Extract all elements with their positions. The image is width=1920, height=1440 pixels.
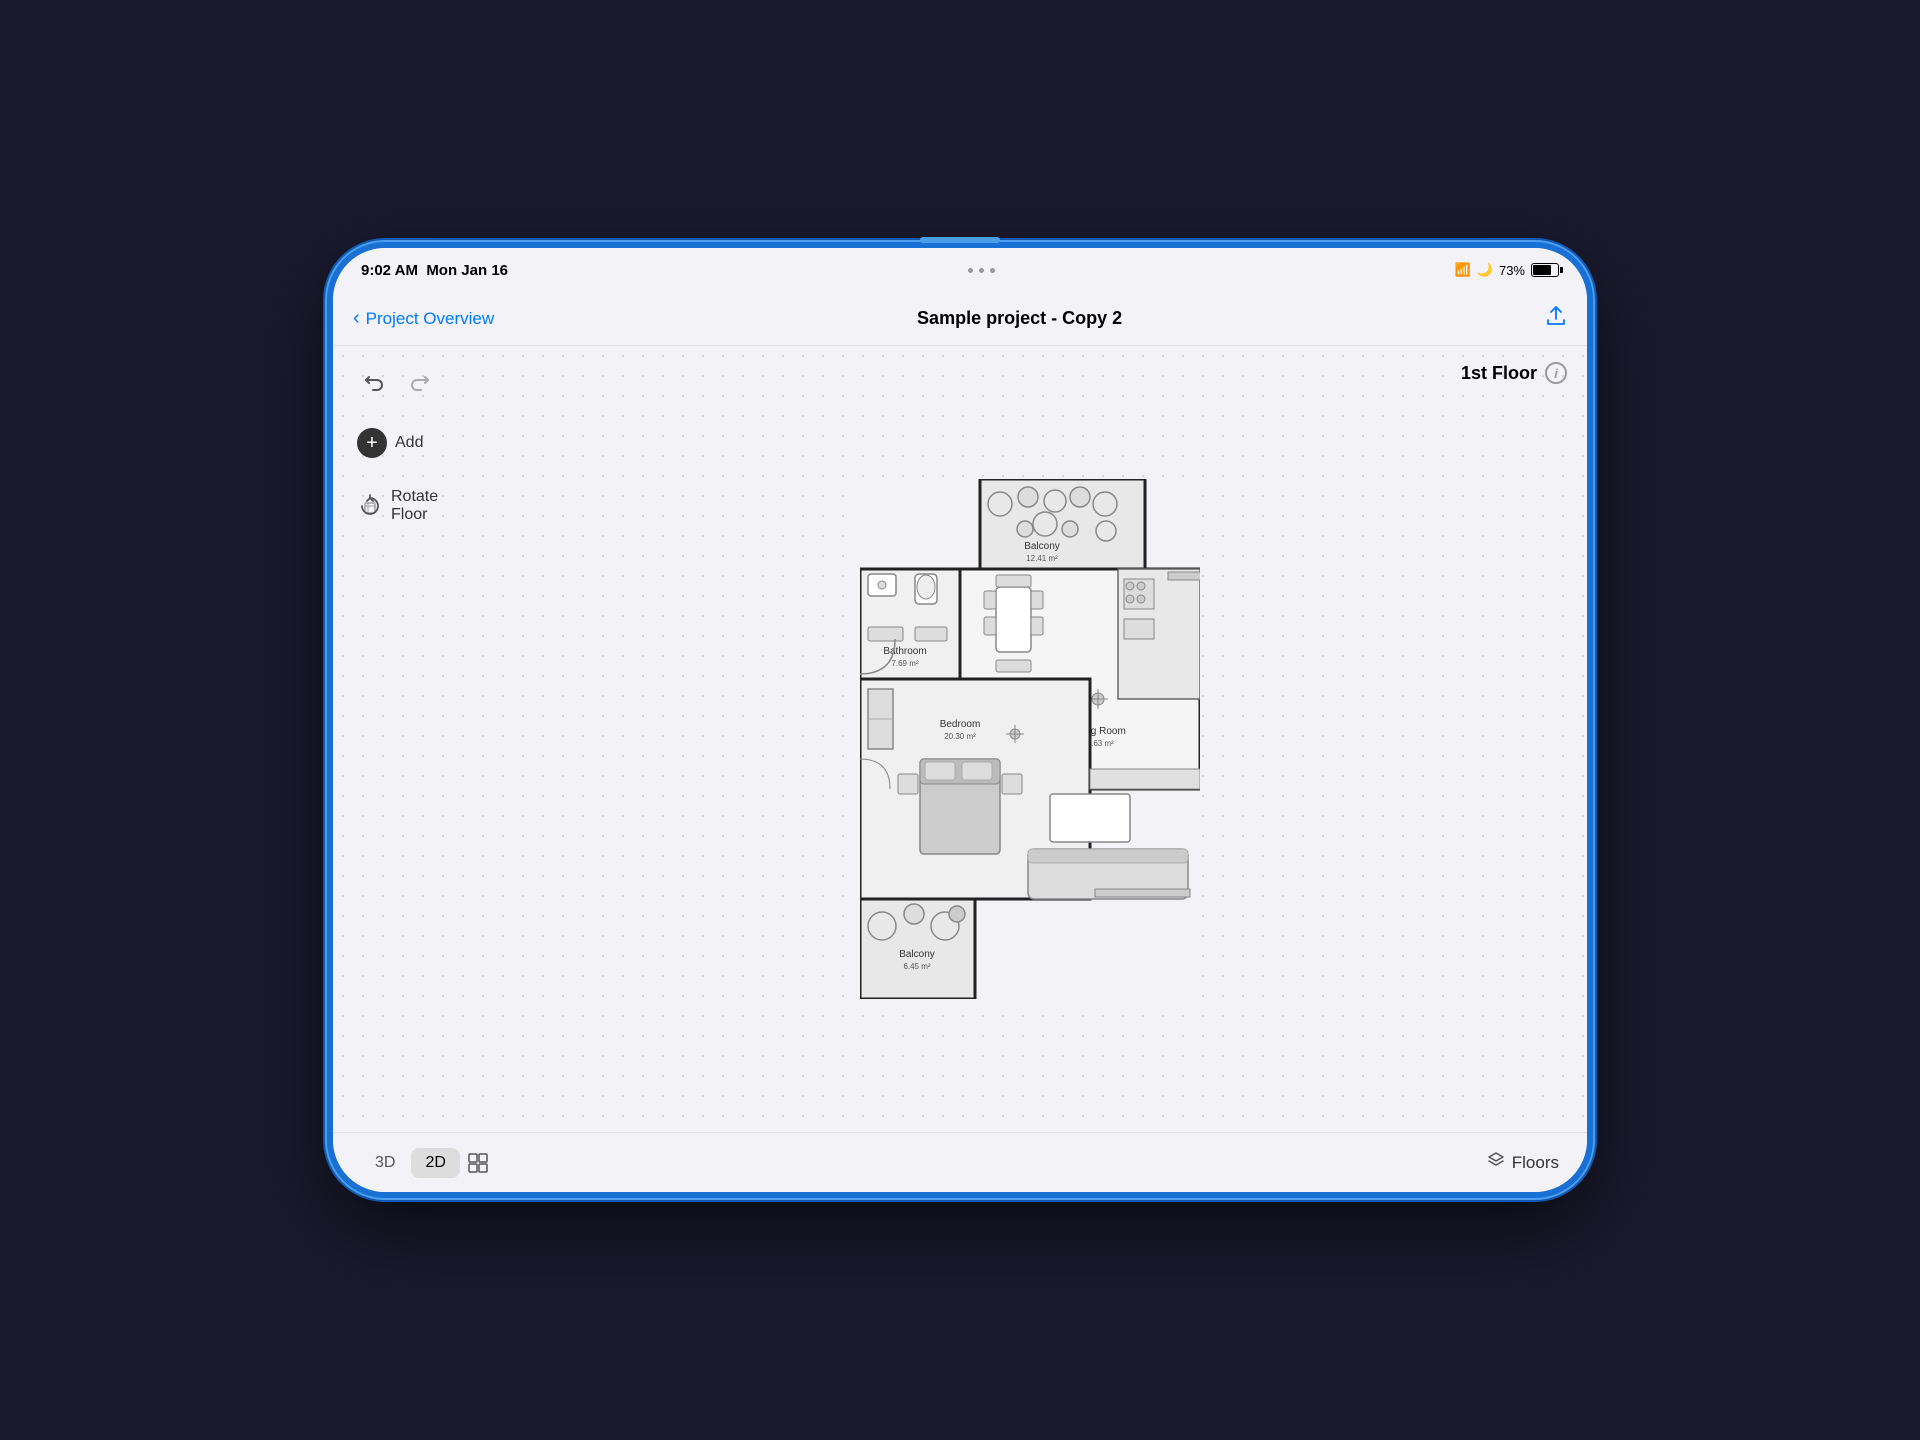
status-dots [968,268,995,273]
nav-bar: ‹ Project Overview Sample project - Copy… [333,292,1587,346]
bottom-bar: 3D 2D Floors [333,1132,1587,1192]
main-content: + Add Rotate Floor [333,346,1587,1132]
floors-button[interactable]: Floors [1486,1150,1559,1175]
add-circle-icon: + [357,428,387,458]
svg-text:Balcony: Balcony [899,949,935,960]
view-3d-button[interactable]: 3D [361,1148,409,1178]
dot2 [979,268,984,273]
rotate-icon [357,491,383,521]
moon-icon: 🌙 [1477,262,1493,278]
back-chevron-icon: ‹ [353,307,360,330]
back-label: Project Overview [366,309,494,329]
add-button[interactable]: + Add [357,428,449,458]
dot1 [968,268,973,273]
view-toggle: 3D 2D [361,1147,494,1179]
back-button[interactable]: ‹ Project Overview [353,307,494,330]
svg-text:20.30 m²: 20.30 m² [944,732,976,741]
time: 9:02 AM [361,262,418,279]
svg-text:Bedroom: Bedroom [940,719,981,730]
redo-button[interactable] [405,366,437,398]
floor-name: 1st Floor [1461,363,1537,384]
svg-text:Balcony: Balcony [1024,541,1060,552]
floors-icon [1486,1150,1506,1175]
undo-button[interactable] [357,366,389,398]
status-icons: 📶 🌙 73% [1455,262,1559,278]
nav-title: Sample project - Copy 2 [917,308,1122,329]
view-2d-button[interactable]: 2D [411,1148,459,1178]
info-icon[interactable]: i [1545,362,1567,384]
battery-icon [1531,263,1559,277]
floors-label: Floors [1512,1153,1559,1173]
status-bar: 9:02 AM Mon Jan 16 📶 🌙 73% [333,248,1587,292]
undo-redo-row [357,366,449,398]
wifi-icon: 📶 [1455,262,1471,278]
floor-plan-area[interactable]: 1st Floor i [473,346,1587,1132]
device-frame: 9:02 AM Mon Jan 16 📶 🌙 73% ‹ Project Ove… [325,240,1595,1200]
dot3 [990,268,995,273]
svg-text:6.45 m²: 6.45 m² [903,962,930,971]
status-time: 9:02 AM Mon Jan 16 [361,262,508,279]
screen: 9:02 AM Mon Jan 16 📶 🌙 73% ‹ Project Ove… [333,248,1587,1192]
share-button[interactable] [1545,305,1567,333]
add-label: Add [395,434,423,452]
svg-text:12.41 m²: 12.41 m² [1026,554,1058,563]
svg-text:7.69 m²: 7.69 m² [891,659,918,668]
rotate-floor-button[interactable]: Rotate Floor [357,488,449,524]
floorplan-svg[interactable]: Balcony 12.41 m² Bathroom [860,479,1200,999]
date: Mon Jan 16 [426,262,508,279]
rotate-label: Rotate Floor [391,488,449,524]
floor-label: 1st Floor i [1461,362,1567,384]
grid-view-button[interactable] [462,1147,494,1179]
svg-text:Bathroom: Bathroom [883,646,926,657]
battery-fill [1533,265,1551,275]
left-panel: + Add Rotate Floor [333,346,473,1132]
battery-percent: 73% [1499,263,1525,278]
